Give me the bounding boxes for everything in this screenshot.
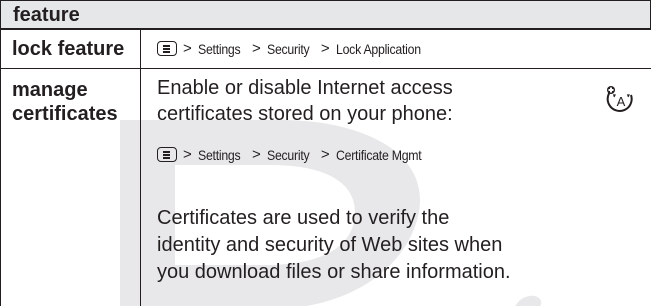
menu-path-lock-feature: > Settings > Security > Lock Application — [157, 40, 432, 57]
path-step: Settings — [197, 146, 241, 163]
path-step: Certificate Mgmt — [335, 146, 422, 163]
description-line: you download files or share information. — [157, 261, 511, 283]
description-line: Enable or disable Internet access — [157, 77, 453, 99]
feature-name-manage-line2: certificates — [12, 103, 118, 125]
column-header-feature: feature — [13, 4, 80, 26]
path-separator: > — [183, 146, 192, 163]
description-line: Certificates are used to verify the — [157, 207, 450, 229]
feature-name-manage-line1: manage — [12, 79, 88, 101]
menu-key-icon — [157, 147, 177, 162]
table-header-row: feature — [0, 0, 651, 30]
description-line: certificates stored on your phone: — [157, 103, 453, 125]
path-step: Security — [266, 146, 310, 163]
path-separator: > — [320, 40, 330, 57]
svg-text:A: A — [617, 94, 626, 109]
path-separator: > — [320, 146, 330, 163]
path-step: Lock Application — [335, 40, 421, 57]
table-row: lock feature > Settings > Security > Loc… — [0, 30, 651, 69]
path-separator: > — [183, 40, 192, 57]
table-row: manage certificates Enable or disable In… — [0, 69, 651, 306]
path-step: Settings — [197, 40, 241, 57]
path-step: Security — [266, 40, 310, 57]
menu-key-icon — [157, 41, 177, 56]
feature-name-lock: lock feature — [12, 38, 125, 60]
menu-path-certificate-mgmt: > Settings > Security > Certificate Mgmt — [157, 146, 433, 163]
network-feature-icon: A — [606, 86, 633, 112]
path-separator: > — [251, 146, 261, 163]
path-separator: > — [251, 40, 261, 57]
description-line: identity and security of Web sites when — [157, 234, 503, 256]
